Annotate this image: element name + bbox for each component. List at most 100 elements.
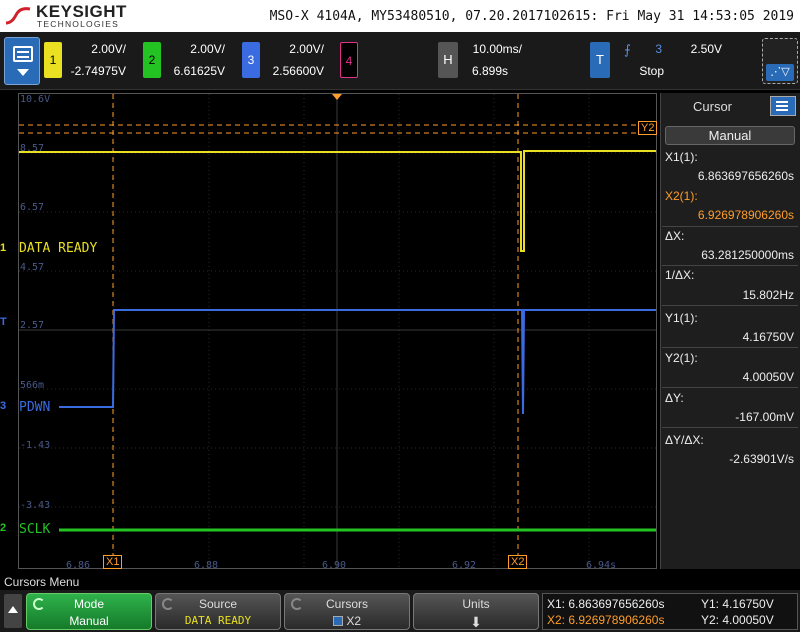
channel-3-tab[interactable]: 3: [242, 42, 260, 78]
graticule: [19, 94, 656, 568]
instrument-info: MSO-X 4104A, MY53480510, 07.20.201710261…: [269, 9, 794, 24]
dydx-label: ΔY/ΔX:: [665, 433, 704, 447]
mode-softkey[interactable]: Mode Manual: [26, 593, 152, 630]
channel-1-tab[interactable]: 1: [44, 42, 62, 78]
cursor-selected: X2: [346, 614, 362, 628]
trace-pdwn: [59, 309, 656, 415]
menu-icon: [13, 46, 33, 62]
dy-label: ΔY:: [665, 391, 684, 405]
x-tick: 6.86: [66, 560, 91, 571]
trigger-position-icon: [332, 94, 342, 100]
main-menu-button[interactable]: [4, 37, 40, 85]
channel-1-offset: -2.74975V: [70, 64, 126, 78]
checkbox-icon: [332, 616, 343, 626]
softkey-value: X2: [285, 614, 409, 628]
channel-3-scale: 2.00V/: [289, 42, 324, 56]
trigger-level-marker-icon[interactable]: T: [0, 316, 16, 332]
cursor-x2-tag[interactable]: X2: [508, 555, 528, 569]
y1-value: 4.16750V: [742, 330, 794, 344]
divider: [662, 387, 798, 388]
softkey-label: Source: [198, 597, 238, 611]
readout-x2: X2: 6.926978906260s: [547, 613, 665, 627]
touch-select-button[interactable]: ⋰▽: [762, 38, 798, 84]
panel-title: Cursor: [693, 99, 733, 114]
y1-label: Y1(1):: [665, 311, 698, 325]
brand-subtitle: TECHNOLOGIES: [37, 19, 119, 29]
channel-2-offset: 6.61625V: [173, 64, 225, 78]
ch3-trace-label: PDWN: [19, 400, 51, 415]
softkey-value: DATA READY: [184, 614, 252, 627]
channel-strip: [0, 32, 800, 90]
trigger-tab[interactable]: T: [590, 42, 610, 78]
source-softkey[interactable]: Source DATA READY: [155, 593, 281, 630]
x-tick: 6.92: [452, 560, 477, 571]
cursors-softkey[interactable]: Cursors X2: [284, 593, 410, 630]
ch2-trace-label: SCLK: [19, 522, 51, 537]
dx-value: 63.281250000ms: [701, 248, 794, 262]
panel-menu-icon[interactable]: [770, 96, 796, 116]
y-tick: 6.57: [20, 202, 45, 213]
timebase-position: 6.899s: [471, 64, 508, 78]
y-tick: 10.6V: [20, 94, 51, 105]
divider: [662, 226, 798, 227]
dydx-value: -2.63901V/s: [729, 452, 794, 466]
ch3-ground-marker-icon[interactable]: 3: [0, 400, 16, 416]
chevron-down-icon: [17, 69, 29, 76]
y2-value: 4.00050V: [742, 370, 794, 384]
cursor-x1-tag[interactable]: X1: [103, 555, 123, 569]
ch1-trace-label: DATA READY: [19, 241, 98, 256]
rising-edge-icon: ⨍: [624, 42, 631, 57]
x1-value: 6.863697656260s: [697, 169, 794, 183]
waveform-display[interactable]: [18, 93, 657, 569]
units-softkey[interactable]: Units ⬇: [413, 593, 539, 630]
channel-2-tab[interactable]: 2: [143, 42, 161, 78]
x-tick: 6.88: [194, 560, 219, 571]
back-button[interactable]: [4, 594, 22, 628]
divider: [662, 427, 798, 428]
y-tick: 8.57: [20, 143, 45, 154]
x1-label: X1(1):: [665, 150, 698, 164]
ch1-ground-marker-icon[interactable]: 1: [0, 242, 16, 258]
channel-4-tab[interactable]: 4: [340, 42, 358, 78]
cursor-mode-display: Manual: [665, 126, 795, 145]
readout-y2: Y2: 4.00050V: [701, 613, 774, 627]
divider: [662, 347, 798, 348]
dy-value: -167.00mV: [735, 410, 794, 424]
y-tick: -3.43: [20, 500, 51, 511]
y-tick: -1.43: [20, 440, 51, 451]
horizontal-tab[interactable]: H: [438, 42, 458, 78]
readout-x1: X1: 6.863697656260s: [547, 597, 665, 611]
softkey-label: Units: [462, 597, 490, 611]
y-tick: 566m: [20, 380, 45, 391]
x2-label: X2(1):: [665, 189, 698, 203]
y-tick: 4.57: [20, 262, 45, 273]
channel-1-scale: 2.00V/: [91, 42, 126, 56]
y2-label: Y2(1):: [665, 351, 698, 365]
channel-3-offset: 2.56600V: [272, 64, 324, 78]
zoom-select-icon: ⋰▽: [766, 64, 794, 81]
readout-y1: Y1: 4.16750V: [701, 597, 774, 611]
acquisition-state: Stop: [639, 64, 664, 78]
trigger-source: 3: [655, 42, 662, 56]
dx-label: ΔX:: [665, 229, 685, 243]
inv-dx-value: 15.802Hz: [742, 288, 794, 302]
ch2-ground-marker-icon[interactable]: 2: [0, 522, 16, 538]
x-tick: 6.90: [322, 560, 347, 571]
softkey-value: Manual: [69, 614, 109, 628]
title-bar: KEYSIGHT TECHNOLOGIES MSO-X 4104A, MY534…: [0, 0, 800, 32]
inv-dx-label: 1/ΔX:: [665, 268, 695, 282]
channel-2-scale: 2.00V/: [190, 42, 225, 56]
softkey-label: Cursors: [325, 597, 368, 611]
softkey-label: Mode: [73, 597, 105, 611]
x-tick: 6.94s: [586, 560, 617, 571]
cursor-readout: X1: 6.863697656260s X2: 6.926978906260s …: [542, 593, 798, 630]
trigger-level: 2.50V: [690, 42, 722, 56]
menu-title: Cursors Menu: [4, 575, 80, 589]
keysight-logo-icon: [5, 7, 31, 25]
y-tick: 2.57: [20, 320, 45, 331]
divider: [662, 265, 798, 266]
submenu-arrow-icon: ⬇: [470, 614, 482, 630]
x2-value: 6.926978906260s: [697, 208, 794, 222]
cursor-y2-tag[interactable]: Y2: [638, 121, 658, 135]
divider: [662, 305, 798, 306]
